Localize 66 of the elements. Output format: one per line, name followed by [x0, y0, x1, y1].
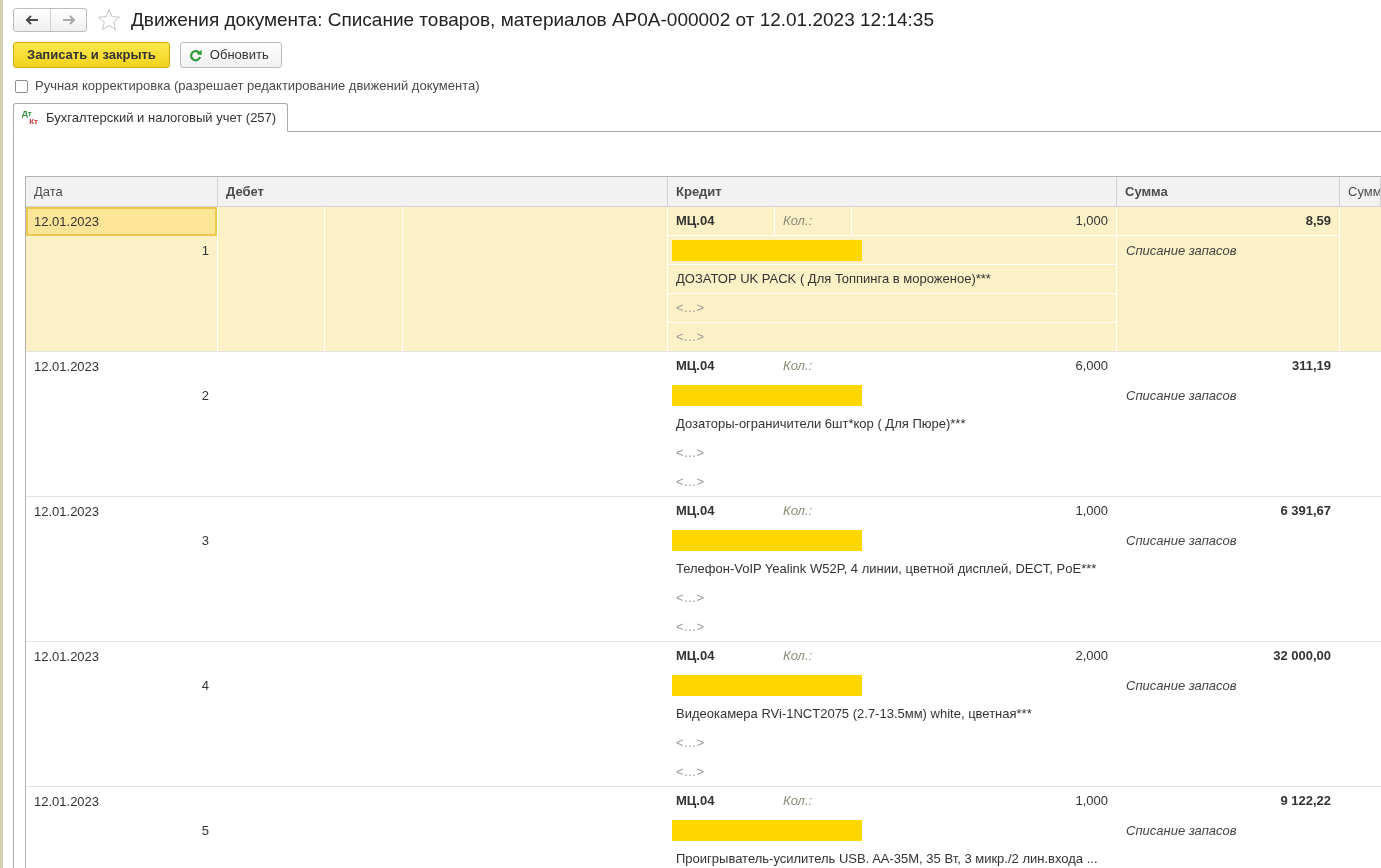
- quantity-value: 2,000: [1074, 647, 1109, 666]
- quantity-value: 6,000: [1074, 357, 1109, 376]
- refresh-icon: [188, 48, 202, 62]
- subconto-placeholder: <…>: [675, 328, 705, 347]
- quantity-label: Кол.:: [775, 787, 852, 815]
- table-row[interactable]: 12.01.2023 1 МЦ.04 Кол.: 1,000 ДОЗАТОР UK PACK ( Для Топпинга в мороженое)*** <…> <…> 8,59 Списание запасов: [26, 207, 1381, 352]
- subconto-text: ДОЗАТОР UK PACK ( Для Топпинга в мороженое)***: [675, 270, 991, 289]
- operation-content: Списание запасов: [1125, 676, 1238, 695]
- quantity-label: Кол.:: [775, 497, 852, 525]
- subconto-text: Дозаторы-ограничители 6шт*кор ( Для Пюре)***: [675, 415, 966, 434]
- row-number: 1: [200, 241, 210, 260]
- checkbox-label: Ручная корректировка (разрешает редактирование движений документа): [35, 78, 480, 94]
- column-header[interactable]: Сумм: [1340, 177, 1381, 206]
- operation-content: Списание запасов: [1125, 386, 1238, 405]
- amount-value: 311,19: [1117, 352, 1339, 381]
- amount-value: 6 391,67: [1117, 497, 1339, 526]
- operation-content: Списание запасов: [1125, 821, 1238, 840]
- account-code: МЦ.04: [668, 642, 775, 670]
- checkbox[interactable]: [15, 79, 28, 93]
- operation-content: Списание запасов: [1125, 241, 1238, 260]
- amount-value: 8,59: [1117, 207, 1339, 236]
- arrow-right-icon: [61, 15, 76, 25]
- window-title: Движения документа: Списание товаров, материалов AP0A-000002 от 12.01.2023 12:14:35: [131, 8, 934, 32]
- operation-content: Списание запасов: [1125, 531, 1238, 550]
- column-header[interactable]: Сумма: [1117, 177, 1340, 206]
- date-cell-text: 12.01.2023: [33, 502, 101, 521]
- quantity-label: Кол.:: [775, 207, 852, 235]
- account-code: МЦ.04: [668, 497, 775, 525]
- row-number: 2: [200, 386, 210, 405]
- date-cell-text: 12.01.2023: [33, 647, 101, 666]
- date-cell-text: 12.01.2023: [33, 357, 101, 376]
- account-code: МЦ.04: [668, 352, 775, 380]
- subconto-placeholder: <…>: [675, 734, 705, 753]
- debit-mark: Дт: [22, 109, 32, 118]
- subconto-placeholder: <…>: [675, 444, 705, 463]
- account-code: МЦ.04: [668, 207, 775, 235]
- subconto-placeholder: <…>: [675, 299, 705, 318]
- tab[interactable]: Дт Кт Бухгалтерский и налоговый учет (257): [13, 103, 289, 132]
- column-header[interactable]: Дата: [26, 177, 218, 206]
- quantity-label: Кол.:: [775, 642, 852, 670]
- quantity-value: 1,000: [1074, 212, 1109, 231]
- subconto-text: Проигрыватель-усилитель USB. AA-35M, 35 Вт, 3 микр./2 лин.входа ...: [675, 850, 1098, 868]
- date-cell: 12.01.2023: [26, 207, 217, 236]
- star-icon[interactable]: [97, 8, 121, 32]
- row-number: 5: [200, 821, 210, 840]
- amount-value: 32 000,00: [1117, 642, 1339, 671]
- date-cell-text: 12.01.2023: [33, 792, 101, 811]
- credit-mark: Кт: [29, 117, 38, 126]
- amount-value: 9 122,22: [1117, 787, 1339, 816]
- subconto-placeholder: <…>: [675, 618, 705, 637]
- quantity-label: Кол.:: [775, 352, 852, 380]
- account-code: МЦ.04: [668, 787, 775, 815]
- quantity-value: 1,000: [1074, 792, 1109, 811]
- subconto-placeholder: <…>: [675, 589, 705, 608]
- subconto-placeholder: <…>: [675, 473, 705, 492]
- subconto-placeholder: <…>: [675, 763, 705, 782]
- subconto-text: Телефон-VoIP Yealink W52P, 4 линии, цветной дисплей, DECT, PoE***: [675, 560, 1097, 579]
- save-and-close-button[interactable]: Записать и закрыть: [13, 42, 170, 68]
- arrow-left-icon: [25, 15, 39, 25]
- column-header[interactable]: Кредит: [668, 177, 1117, 206]
- quantity-value: 1,000: [1074, 502, 1109, 521]
- refresh-button[interactable]: Обновить: [179, 42, 282, 68]
- subconto-text: Видеокамера RVi-1NCT2075 (2.7-13.5мм) white, цветная***: [675, 705, 1032, 724]
- row-number: 4: [200, 676, 210, 695]
- row-number: 3: [200, 531, 210, 550]
- column-header[interactable]: Дебет: [218, 177, 668, 206]
